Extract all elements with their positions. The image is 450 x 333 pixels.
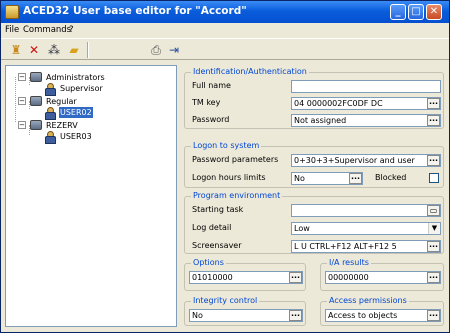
main-window: ACED32 User base editor for "Accord" _ □… [0, 0, 450, 333]
starting-task-label: Starting task [192, 205, 244, 214]
logon-hours-browse-button[interactable]: ... [349, 173, 362, 184]
options-field[interactable]: 01010000 ... [189, 271, 303, 284]
close-button[interactable]: ✕ [426, 4, 442, 20]
toolbar: ♜ ✕ ⁂ ▰ ⎙ ⇥ [1, 38, 449, 60]
screensaver-value: L U CTRL+F12 ALT+F12 5 [294, 242, 397, 251]
group-icon [30, 96, 42, 106]
integrity-legend: Integrity control [191, 296, 260, 305]
logon-hours-value: No [294, 174, 305, 183]
integrity-browse-button[interactable]: ... [289, 310, 302, 321]
open-folder-icon[interactable]: ▰ [65, 42, 83, 58]
identification-group: Identification/Authentication Full name … [184, 67, 444, 129]
logon-hours-field[interactable]: No ... [291, 172, 363, 185]
maximize-button[interactable]: □ [408, 4, 424, 20]
menu-help[interactable]: ? [69, 25, 74, 35]
tree-line [15, 77, 16, 122]
toolbar-separator [87, 42, 89, 58]
options-group: Options 01010000 ... [184, 258, 306, 291]
blocked-label: Blocked [375, 173, 407, 182]
integrity-field[interactable]: No ... [189, 309, 303, 322]
menu-bar: File Commands ? [1, 23, 449, 38]
ia-results-group: I/A results 00000000 ... [320, 258, 444, 291]
collapse-icon[interactable]: − [18, 97, 26, 105]
tm-key-value: 04 0000002FC0DF DC [294, 99, 383, 108]
ia-results-legend: I/A results [327, 258, 371, 267]
full-name-label: Full name [192, 81, 231, 90]
blocked-checkbox[interactable] [429, 173, 439, 183]
integrity-group: Integrity control No ... [184, 296, 306, 326]
password-browse-button[interactable]: ... [427, 115, 440, 126]
access-legend: Access permissions [327, 296, 409, 305]
password-value: Not assigned [294, 116, 347, 125]
user-icon [44, 131, 56, 144]
minimize-button[interactable]: _ [390, 4, 406, 20]
password-params-browse-button[interactable]: ... [427, 155, 440, 166]
logon-hours-label: Logon hours limits [192, 173, 266, 182]
login-icon[interactable]: ⇥ [165, 42, 183, 58]
access-group: Access permissions Access to objects ... [320, 296, 444, 326]
new-user-icon[interactable]: ♜ [7, 42, 25, 58]
properties-panel: Identification/Authentication Full name … [182, 65, 446, 327]
collapse-icon[interactable]: − [18, 73, 26, 81]
options-browse-button[interactable]: ... [289, 272, 302, 283]
print-icon[interactable]: ⎙ [147, 42, 165, 58]
password-params-value: 0+30+3+Supervisor and user [294, 156, 415, 165]
access-field[interactable]: Access to objects ... [325, 309, 441, 322]
starting-task-open-icon[interactable]: ▭ [427, 205, 440, 216]
collapse-icon[interactable]: − [18, 121, 26, 129]
program-env-legend: Program environment [191, 191, 283, 200]
password-label: Password [192, 115, 230, 124]
delete-icon[interactable]: ✕ [25, 42, 43, 58]
log-detail-value: Low [294, 224, 310, 233]
add-group-icon[interactable]: ⁂ [45, 42, 63, 58]
access-value: Access to objects [328, 311, 398, 320]
screensaver-browse-button[interactable]: ... [427, 241, 440, 252]
password-params-label: Password parameters [192, 155, 279, 164]
screensaver-label: Screensaver [192, 241, 242, 250]
user-tree[interactable]: − Administrators Supervisor − Regular US… [5, 65, 177, 327]
password-params-field[interactable]: 0+30+3+Supervisor and user ... [291, 154, 441, 167]
group-icon [30, 72, 42, 82]
close-icon: ✕ [429, 6, 439, 17]
log-detail-label: Log detail [192, 223, 232, 232]
menu-commands[interactable]: Commands [23, 25, 71, 35]
logon-legend: Logon to system [191, 141, 262, 150]
logon-group: Logon to system Password parameters 0+30… [184, 141, 444, 188]
minimize-icon: _ [395, 6, 401, 17]
integrity-value: No [192, 311, 203, 320]
access-browse-button[interactable]: ... [427, 310, 440, 321]
group-icon [30, 120, 42, 130]
app-icon [5, 5, 19, 19]
ia-results-field[interactable]: 00000000 ... [325, 271, 441, 284]
ia-results-value: 00000000 [328, 273, 369, 282]
options-value: 01010000 [192, 273, 233, 282]
password-field[interactable]: Not assigned ... [291, 114, 441, 127]
title-bar[interactable]: ACED32 User base editor for "Accord" _ □… [1, 1, 449, 23]
ia-results-browse-button[interactable]: ... [427, 272, 440, 283]
window-title: ACED32 User base editor for "Accord" [23, 5, 247, 17]
tm-key-browse-button[interactable]: ... [427, 98, 440, 109]
user-icon [44, 107, 56, 120]
program-env-group: Program environment Starting task ▭ Log … [184, 191, 444, 254]
user-icon [44, 83, 56, 96]
chevron-down-icon[interactable]: ▼ [428, 223, 440, 234]
identification-legend: Identification/Authentication [191, 67, 309, 76]
log-detail-select[interactable]: Low ▼ [291, 222, 441, 235]
screensaver-field[interactable]: L U CTRL+F12 ALT+F12 5 ... [291, 240, 441, 253]
starting-task-field[interactable]: ▭ [291, 204, 441, 217]
maximize-icon: □ [411, 6, 421, 17]
full-name-field[interactable] [291, 80, 441, 93]
options-legend: Options [191, 258, 226, 267]
tm-key-field[interactable]: 04 0000002FC0DF DC ... [291, 97, 441, 110]
menu-file[interactable]: File [5, 25, 19, 35]
tm-key-label: TM key [192, 98, 221, 107]
